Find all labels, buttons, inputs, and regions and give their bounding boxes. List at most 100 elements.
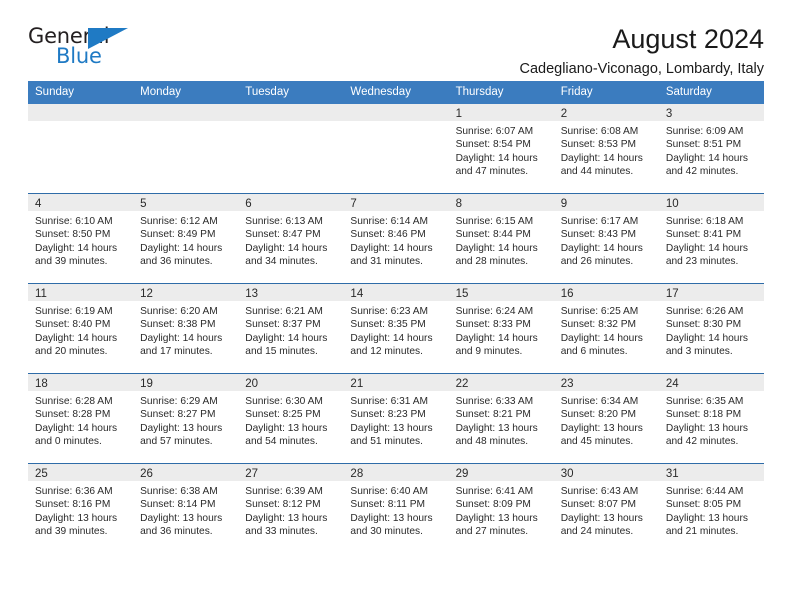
day-details: Sunrise: 6:40 AM Sunset: 8:11 PM Daylight:… [343, 481, 448, 539]
sunset-text: Sunset: 8:43 PM [560, 229, 637, 241]
daylight-text-line1: Daylight: 14 hours [560, 242, 643, 254]
day-details: Sunrise: 6:14 AM Sunset: 8:46 PM Daylight:… [343, 211, 448, 269]
calendar-day-cell[interactable]: 2 Sunrise: 6:08 AM Sunset: 8:53 PM Daylight… [553, 104, 659, 194]
weekday-header-wednesday: Wednesday [343, 81, 449, 104]
calendar-day-cell[interactable]: 22 Sunrise: 6:33 AM Sunset: 8:21 PM Dayligh… [448, 373, 554, 464]
day-details: Sunrise: 6:36 AM Sunset: 8:16 PM Daylight:… [28, 481, 133, 539]
day-number: 11 [28, 284, 134, 301]
calendar-day-cell[interactable]: 17 Sunrise: 6:26 AM Sunset: 8:30 PM Dayligh… [658, 283, 764, 374]
day-number: 2 [553, 104, 659, 121]
daylight-text-line1: Daylight: 14 hours [455, 242, 538, 254]
day-box: 28 Sunrise: 6:40 AM Sunset: 8:11 PM Dayligh… [343, 464, 449, 553]
calendar-cell-empty [238, 104, 344, 194]
calendar-day-cell[interactable]: 3 Sunrise: 6:09 AM Sunset: 8:51 PM Daylight… [658, 104, 764, 194]
daylight-text-line2: and 27 minutes. [455, 526, 529, 538]
calendar-day-cell[interactable]: 13 Sunrise: 6:21 AM Sunset: 8:37 PM Dayligh… [238, 283, 344, 374]
day-number [28, 104, 134, 121]
day-number: 4 [28, 194, 134, 211]
daylight-text-line2: and 24 minutes. [560, 526, 634, 538]
calendar-day-cell[interactable]: 16 Sunrise: 6:25 AM Sunset: 8:32 PM Dayligh… [553, 283, 659, 374]
calendar-day-cell[interactable]: 12 Sunrise: 6:20 AM Sunset: 8:38 PM Dayligh… [133, 283, 239, 374]
day-box: 7 Sunrise: 6:14 AM Sunset: 8:46 PM Daylight… [343, 194, 449, 283]
day-box: 13 Sunrise: 6:21 AM Sunset: 8:37 PM Dayligh… [238, 284, 344, 373]
day-details: Sunrise: 6:08 AM Sunset: 8:53 PM Daylight:… [554, 121, 659, 179]
day-number: 31 [658, 464, 764, 481]
sunrise-text: Sunrise: 6:10 AM [35, 216, 113, 227]
daylight-text-line1: Daylight: 14 hours [455, 152, 538, 164]
day-box: 17 Sunrise: 6:26 AM Sunset: 8:30 PM Dayligh… [658, 284, 764, 373]
calendar-day-cell[interactable]: 10 Sunrise: 6:18 AM Sunset: 8:41 PM Dayligh… [658, 193, 764, 284]
calendar-day-cell[interactable]: 23 Sunrise: 6:34 AM Sunset: 8:20 PM Dayligh… [553, 373, 659, 464]
sunrise-text: Sunrise: 6:19 AM [35, 306, 113, 317]
sunrise-text: Sunrise: 6:30 AM [245, 396, 323, 407]
calendar-day-cell[interactable]: 25 Sunrise: 6:36 AM Sunset: 8:16 PM Dayligh… [28, 463, 134, 553]
calendar-day-cell[interactable]: 8 Sunrise: 6:15 AM Sunset: 8:44 PM Daylight… [448, 193, 554, 284]
calendar-day-cell[interactable]: 19 Sunrise: 6:29 AM Sunset: 8:27 PM Dayligh… [133, 373, 239, 464]
day-number: 7 [343, 194, 449, 211]
day-box: 20 Sunrise: 6:30 AM Sunset: 8:25 PM Dayligh… [238, 374, 344, 463]
day-box: 15 Sunrise: 6:24 AM Sunset: 8:33 PM Dayligh… [448, 284, 554, 373]
calendar-day-cell[interactable]: 5 Sunrise: 6:12 AM Sunset: 8:49 PM Daylight… [133, 193, 239, 284]
day-details: Sunrise: 6:25 AM Sunset: 8:32 PM Daylight:… [554, 301, 659, 359]
daylight-text-line1: Daylight: 14 hours [560, 332, 643, 344]
calendar-day-cell[interactable]: 26 Sunrise: 6:38 AM Sunset: 8:14 PM Dayligh… [133, 463, 239, 553]
calendar-day-cell[interactable]: 30 Sunrise: 6:43 AM Sunset: 8:07 PM Dayligh… [553, 463, 659, 553]
daylight-text-line2: and 54 minutes. [245, 436, 318, 448]
sunrise-text: Sunrise: 6:14 AM [350, 216, 429, 227]
calendar-day-cell[interactable]: 7 Sunrise: 6:14 AM Sunset: 8:46 PM Daylight… [343, 193, 449, 284]
calendar-day-cell[interactable]: 29 Sunrise: 6:41 AM Sunset: 8:09 PM Dayligh… [448, 463, 554, 553]
calendar-day-cell[interactable]: 24 Sunrise: 6:35 AM Sunset: 8:18 PM Dayligh… [658, 373, 764, 464]
sunrise-text: Sunrise: 6:36 AM [35, 486, 113, 497]
day-details: Sunrise: 6:44 AM Sunset: 8:05 PM Daylight:… [659, 481, 764, 539]
day-box [133, 104, 239, 193]
calendar-day-cell[interactable]: 20 Sunrise: 6:30 AM Sunset: 8:25 PM Dayligh… [238, 373, 344, 464]
calendar-day-cell[interactable]: 14 Sunrise: 6:23 AM Sunset: 8:35 PM Dayligh… [343, 283, 449, 374]
day-box [343, 104, 449, 193]
daylight-text-line2: and 36 minutes. [140, 256, 213, 268]
daylight-text-line2: and 20 minutes. [35, 346, 108, 358]
day-box: 31 Sunrise: 6:44 AM Sunset: 8:05 PM Dayligh… [658, 464, 764, 553]
day-details: Sunrise: 6:07 AM Sunset: 8:54 PM Daylight:… [449, 121, 554, 179]
daylight-text-line2: and 31 minutes. [350, 256, 423, 268]
day-box: 14 Sunrise: 6:23 AM Sunset: 8:35 PM Dayligh… [343, 284, 449, 373]
daylight-text-line1: Daylight: 14 hours [665, 332, 748, 344]
daylight-text-line2: and 0 minutes. [35, 436, 102, 448]
calendar-day-cell[interactable]: 6 Sunrise: 6:13 AM Sunset: 8:47 PM Daylight… [238, 193, 344, 284]
general-blue-logo[interactable]: General Blue [28, 24, 148, 72]
day-number [133, 104, 239, 121]
day-box: 8 Sunrise: 6:15 AM Sunset: 8:44 PM Daylight… [448, 194, 554, 283]
calendar-day-cell[interactable]: 11 Sunrise: 6:19 AM Sunset: 8:40 PM Dayligh… [28, 283, 134, 374]
calendar-day-cell[interactable]: 28 Sunrise: 6:40 AM Sunset: 8:11 PM Dayligh… [343, 463, 449, 553]
calendar-day-cell[interactable]: 18 Sunrise: 6:28 AM Sunset: 8:28 PM Dayligh… [28, 373, 134, 464]
daylight-text-line1: Daylight: 13 hours [350, 512, 433, 524]
day-box: 29 Sunrise: 6:41 AM Sunset: 8:09 PM Dayligh… [448, 464, 554, 553]
calendar-day-cell[interactable]: 1 Sunrise: 6:07 AM Sunset: 8:54 PM Daylight… [448, 104, 554, 194]
calendar-day-cell[interactable]: 9 Sunrise: 6:17 AM Sunset: 8:43 PM Daylight… [553, 193, 659, 284]
sunset-text: Sunset: 8:27 PM [140, 409, 216, 421]
calendar-cell-empty [133, 104, 239, 194]
calendar-day-cell[interactable]: 15 Sunrise: 6:24 AM Sunset: 8:33 PM Dayligh… [448, 283, 554, 374]
page-header: General Blue August 2024 Cadegliano-Vico… [28, 0, 764, 77]
calendar-cell-empty [28, 104, 134, 194]
daylight-text-line1: Daylight: 13 hours [35, 512, 118, 524]
calendar-body: 1 Sunrise: 6:07 AM Sunset: 8:54 PM Daylight… [28, 104, 764, 553]
day-details: Sunrise: 6:41 AM Sunset: 8:09 PM Daylight:… [449, 481, 554, 539]
sunrise-text: Sunrise: 6:25 AM [560, 306, 639, 317]
sunset-text: Sunset: 8:50 PM [35, 229, 111, 241]
weekday-header-tuesday: Tuesday [238, 81, 344, 104]
sunrise-text: Sunrise: 6:44 AM [665, 486, 744, 497]
sunrise-text: Sunrise: 6:43 AM [560, 486, 639, 497]
day-number: 29 [448, 464, 554, 481]
sunrise-text: Sunrise: 6:17 AM [560, 216, 639, 227]
calendar-day-cell[interactable]: 27 Sunrise: 6:39 AM Sunset: 8:12 PM Dayligh… [238, 463, 344, 553]
day-box: 25 Sunrise: 6:36 AM Sunset: 8:16 PM Dayligh… [28, 464, 134, 553]
sunrise-text: Sunrise: 6:07 AM [455, 126, 534, 137]
day-number: 3 [658, 104, 764, 121]
calendar-day-cell[interactable]: 21 Sunrise: 6:31 AM Sunset: 8:23 PM Dayligh… [343, 373, 449, 464]
calendar-day-cell[interactable]: 4 Sunrise: 6:10 AM Sunset: 8:50 PM Daylight… [28, 193, 134, 284]
daylight-text-line2: and 33 minutes. [245, 526, 318, 538]
calendar-day-cell[interactable]: 31 Sunrise: 6:44 AM Sunset: 8:05 PM Dayligh… [658, 463, 764, 553]
sunrise-text: Sunrise: 6:08 AM [560, 126, 639, 137]
daylight-text-line1: Daylight: 13 hours [245, 422, 328, 434]
daylight-text-line1: Daylight: 14 hours [140, 242, 223, 254]
